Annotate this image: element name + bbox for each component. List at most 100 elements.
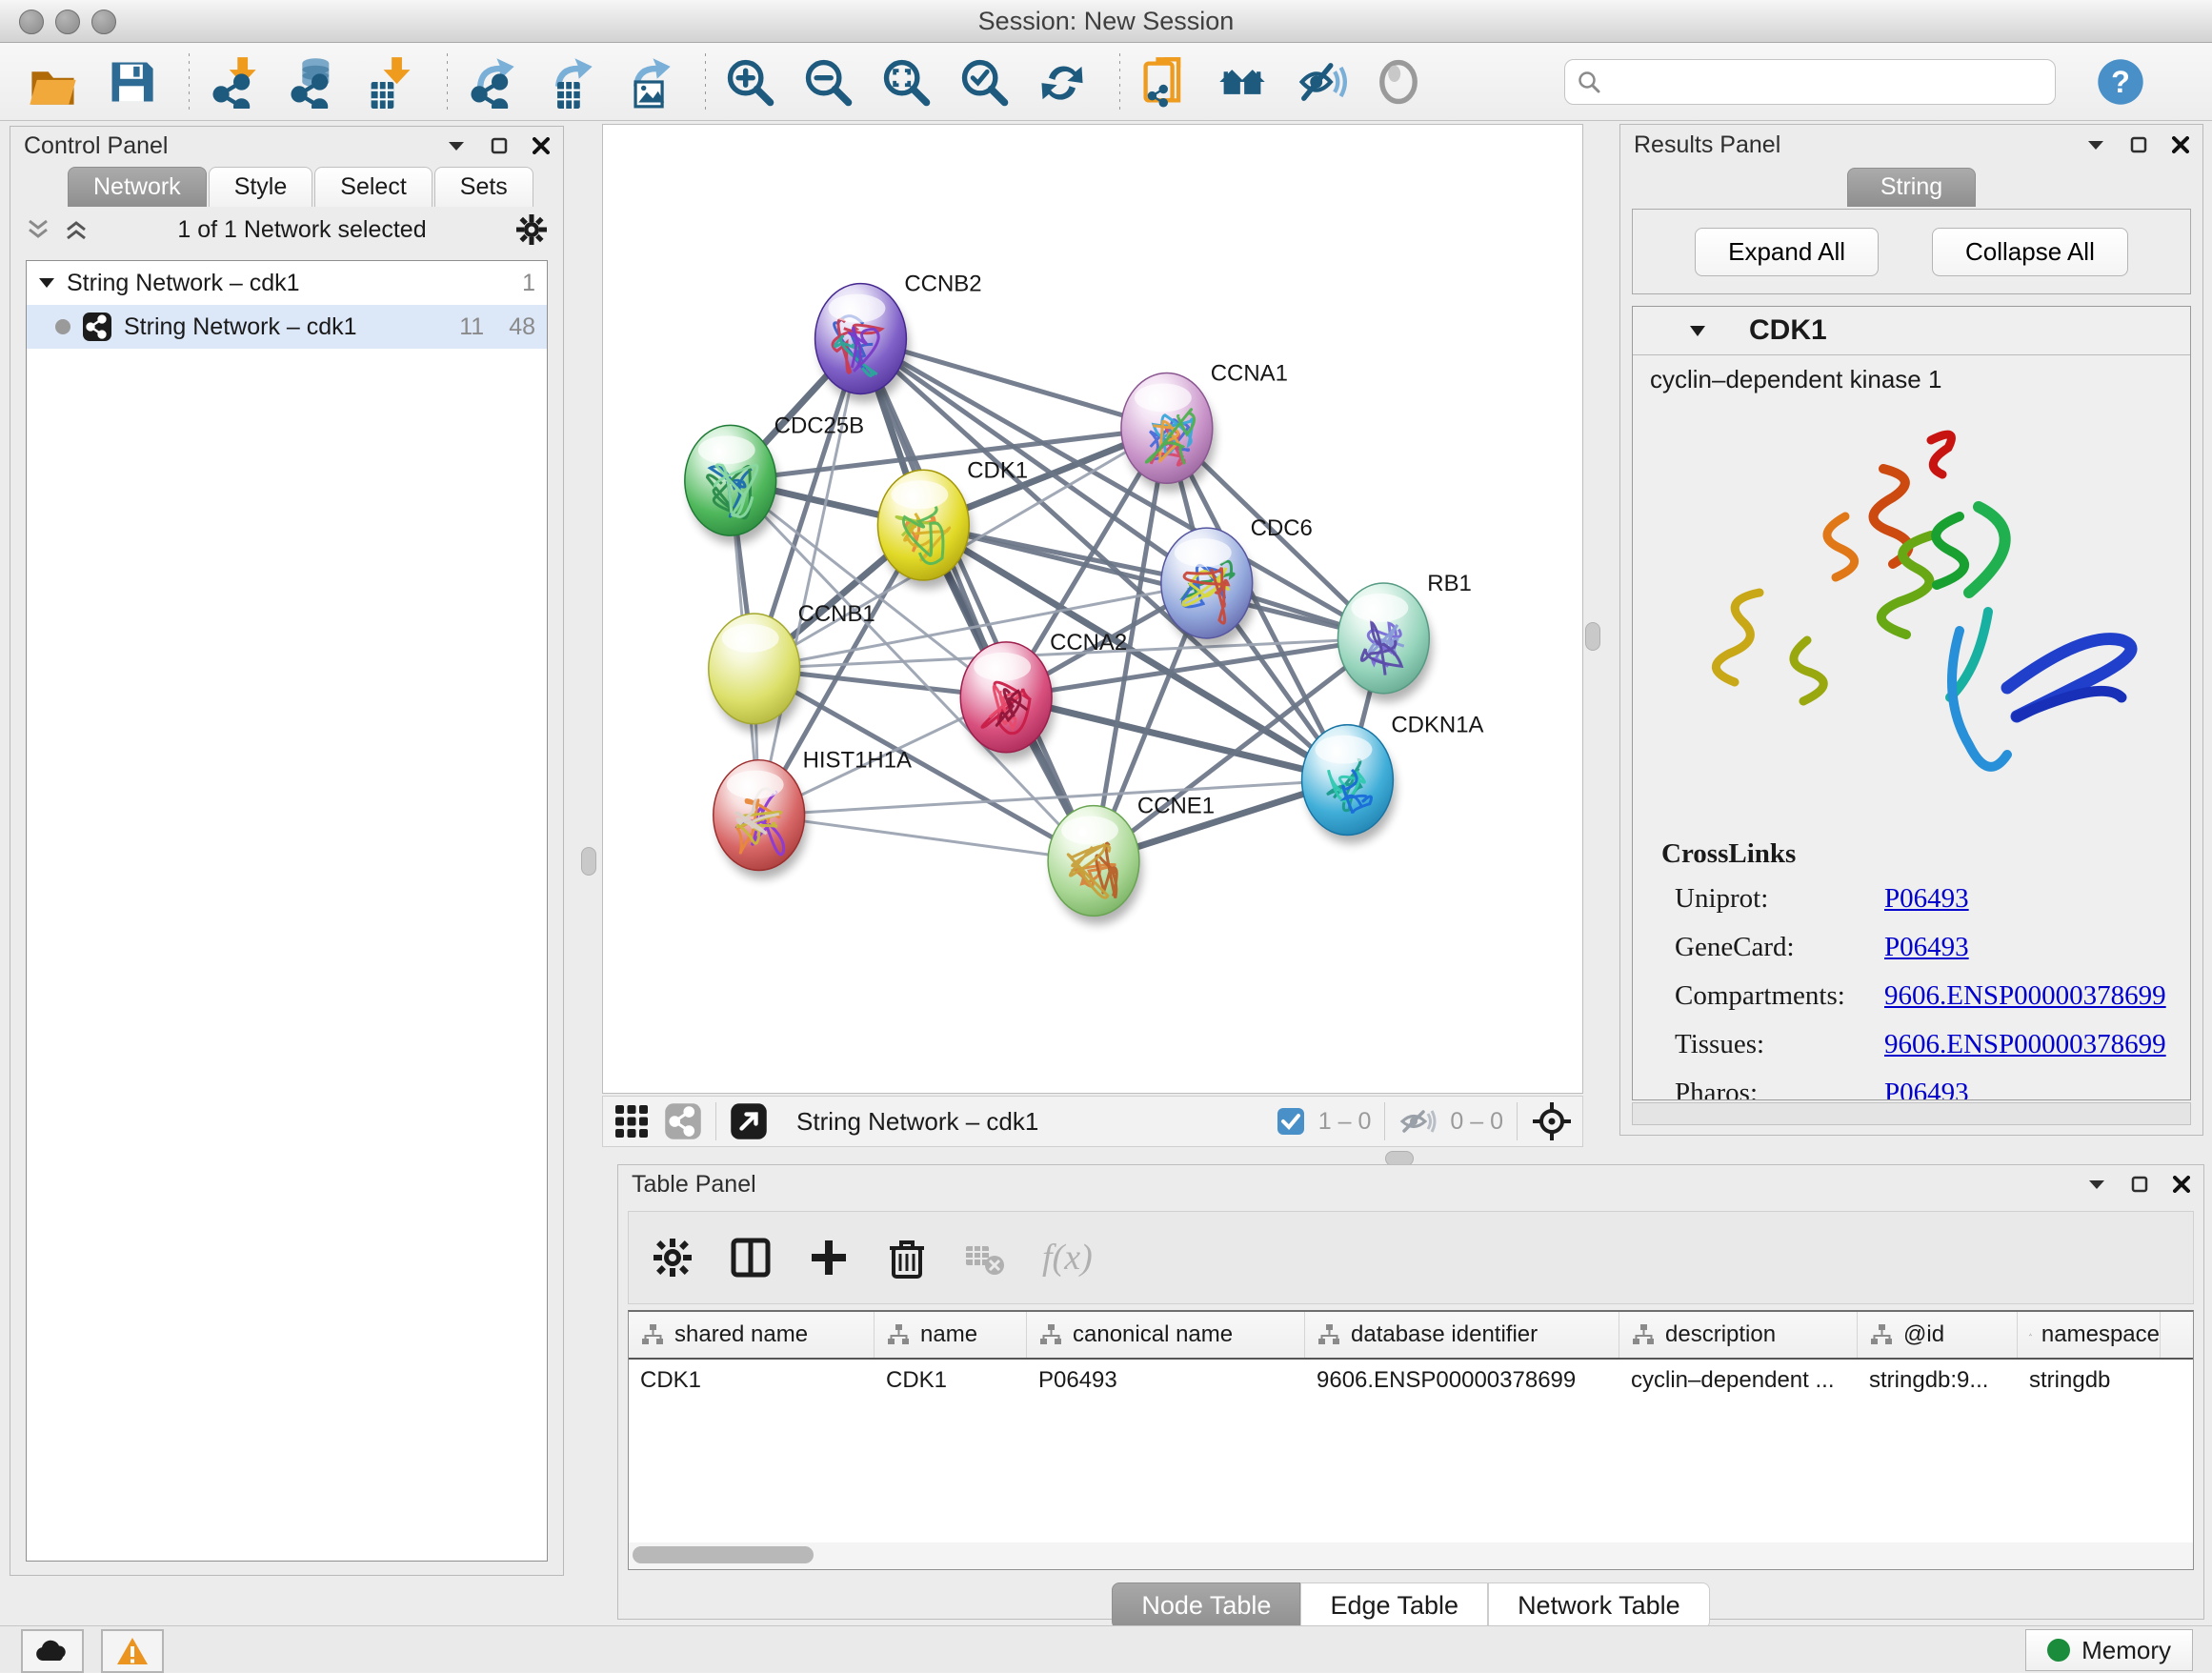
crosslink-link[interactable]: P06493 xyxy=(1884,1078,1969,1100)
network-view-toolbar: String Network – cdk1 1 – 0 0 – 0 xyxy=(602,1096,1583,1147)
panel-float-icon[interactable] xyxy=(2131,1176,2148,1193)
panel-menu-icon[interactable] xyxy=(2086,138,2105,151)
show-panel-button[interactable] xyxy=(1372,55,1425,109)
edge-HIST1H1A-CCNB2[interactable] xyxy=(759,339,861,816)
network-overview-share-icon[interactable] xyxy=(664,1102,702,1140)
export-image-button[interactable] xyxy=(621,55,674,109)
column-header-database-identifier[interactable]: database identifier xyxy=(1305,1312,1619,1358)
export-table-button[interactable] xyxy=(543,55,596,109)
tab-sets[interactable]: Sets xyxy=(434,167,533,207)
expand-all-icon[interactable] xyxy=(64,217,89,242)
column-header-canonical-name[interactable]: canonical name xyxy=(1027,1312,1305,1358)
tab-edge-table[interactable]: Edge Table xyxy=(1300,1582,1488,1629)
tab-select[interactable]: Select xyxy=(314,167,432,207)
import-table-button[interactable] xyxy=(363,55,416,109)
node-CDKN1A[interactable]: CDKN1A xyxy=(1302,713,1484,844)
tab-network-table[interactable]: Network Table xyxy=(1488,1582,1710,1629)
panel-close-icon[interactable] xyxy=(2173,1176,2190,1193)
search-box[interactable] xyxy=(1564,59,2056,105)
window-statusbar: Memory xyxy=(0,1625,2212,1672)
crosslink-link[interactable]: P06493 xyxy=(1884,883,1969,915)
selected-checkbox-icon[interactable] xyxy=(1277,1107,1305,1136)
network-collection-row[interactable]: String Network – cdk1 1 xyxy=(27,261,547,305)
node-CCNA1[interactable]: CCNA1 xyxy=(1121,360,1288,492)
table-row[interactable]: CDK1CDK1P064939606.ENSP00000378699cyclin… xyxy=(629,1360,2193,1403)
birdseye-grid-icon[interactable] xyxy=(613,1102,651,1140)
open-session-button[interactable] xyxy=(27,55,80,109)
protein-expander-icon[interactable] xyxy=(1688,324,1707,337)
node-CCNB2[interactable]: CCNB2 xyxy=(815,272,982,403)
expand-all-button[interactable]: Expand All xyxy=(1695,228,1879,276)
tab-style[interactable]: Style xyxy=(209,167,313,207)
crosslink-link[interactable]: 9606.ENSP00000378699 xyxy=(1884,1029,2166,1060)
delete-column-button[interactable] xyxy=(886,1237,928,1279)
panel-close-icon[interactable] xyxy=(533,137,550,154)
edge-CCNB2-CCNE1[interactable] xyxy=(860,339,1094,861)
search-input[interactable] xyxy=(1609,68,2043,96)
results-panel-title: Results Panel xyxy=(1634,131,1780,159)
panel-menu-icon[interactable] xyxy=(447,139,466,152)
right-splitter-handle[interactable] xyxy=(1585,622,1600,651)
open-in-browser-icon xyxy=(1137,55,1191,109)
panel-float-icon[interactable] xyxy=(2130,136,2147,153)
collapse-all-button[interactable]: Collapse All xyxy=(1932,228,2128,276)
cloud-status-button[interactable] xyxy=(21,1629,84,1673)
zoom-out-button[interactable] xyxy=(801,55,855,109)
import-network-button[interactable] xyxy=(207,55,260,109)
clear-table-button[interactable] xyxy=(964,1237,1006,1279)
edge-HIST1H1A-CCNE1[interactable] xyxy=(759,816,1094,861)
column-header-description[interactable]: description xyxy=(1619,1312,1858,1358)
fit-selected-crosshair-icon[interactable] xyxy=(1531,1100,1573,1142)
node-CCNA2[interactable]: CCNA2 xyxy=(960,630,1127,761)
node-RB1[interactable]: RB1 xyxy=(1337,571,1471,702)
node-CCNB1[interactable]: CCNB1 xyxy=(709,601,875,733)
panel-close-icon[interactable] xyxy=(2172,136,2189,153)
collapse-all-icon[interactable] xyxy=(26,217,50,242)
network-row[interactable]: String Network – cdk1 11 48 xyxy=(27,305,547,349)
open-view-external-icon[interactable] xyxy=(730,1102,768,1140)
table-horizontal-scrollbar[interactable] xyxy=(628,1542,2194,1570)
add-column-button[interactable] xyxy=(808,1237,850,1279)
tab-node-table[interactable]: Node Table xyxy=(1112,1582,1300,1629)
warnings-button[interactable] xyxy=(101,1629,164,1673)
open-in-browser-button[interactable] xyxy=(1137,55,1191,109)
save-session-button[interactable] xyxy=(105,55,158,109)
panel-float-icon[interactable] xyxy=(491,137,508,154)
network-options-gear-icon[interactable] xyxy=(515,213,548,246)
crosslink-link[interactable]: 9606.ENSP00000378699 xyxy=(1884,980,2166,1012)
memory-button[interactable]: Memory xyxy=(2025,1629,2193,1671)
hide-panel-button[interactable] xyxy=(1294,55,1347,109)
tab-string[interactable]: String xyxy=(1847,168,1976,207)
hidden-eye-icon[interactable] xyxy=(1398,1106,1437,1137)
network-canvas[interactable]: CCNB2CCNA1CDC25BCDK1CDC6RB1CCNB1CCNA2CDK… xyxy=(602,124,1583,1094)
crosslink-link[interactable]: P06493 xyxy=(1884,932,1969,963)
import-network-database-button[interactable] xyxy=(285,55,338,109)
zoom-fit-button[interactable] xyxy=(879,55,933,109)
node-CCNE1[interactable]: CCNE1 xyxy=(1048,794,1215,925)
help-button[interactable]: ? xyxy=(2094,55,2147,109)
zoom-selected-button[interactable] xyxy=(957,55,1011,109)
scrollbar-thumb[interactable] xyxy=(633,1546,814,1563)
home-button[interactable] xyxy=(1216,55,1269,109)
table-settings-button[interactable] xyxy=(652,1237,694,1279)
column-header-name[interactable]: name xyxy=(875,1312,1027,1358)
node-CDC6[interactable]: CDC6 xyxy=(1161,515,1313,647)
node-table[interactable]: shared name name canonical name database… xyxy=(628,1310,2194,1545)
results-scrollbar[interactable] xyxy=(1632,1102,2191,1125)
help-icon: ? xyxy=(2094,55,2147,109)
collection-expander-icon[interactable] xyxy=(38,276,55,290)
zoom-in-button[interactable] xyxy=(723,55,776,109)
column-header-namespace[interactable]: namespace xyxy=(2018,1312,2161,1358)
network-graph[interactable]: CCNB2CCNA1CDC25BCDK1CDC6RB1CCNB1CCNA2CDK… xyxy=(603,125,1582,1093)
edge-CDK1-RB1[interactable] xyxy=(923,525,1383,638)
column-header-shared-name[interactable]: shared name xyxy=(629,1312,875,1358)
function-builder-button[interactable]: f(x) xyxy=(1042,1237,1093,1279)
column-header--id[interactable]: @id xyxy=(1858,1312,2018,1358)
layout-refresh-button[interactable] xyxy=(1036,55,1089,109)
node-CDC25B[interactable]: CDC25B xyxy=(685,413,864,544)
export-network-button[interactable] xyxy=(465,55,518,109)
split-panel-button[interactable] xyxy=(730,1237,772,1279)
tab-network[interactable]: Network xyxy=(68,167,207,207)
panel-menu-icon[interactable] xyxy=(2087,1178,2106,1191)
left-splitter-handle[interactable] xyxy=(581,847,596,876)
